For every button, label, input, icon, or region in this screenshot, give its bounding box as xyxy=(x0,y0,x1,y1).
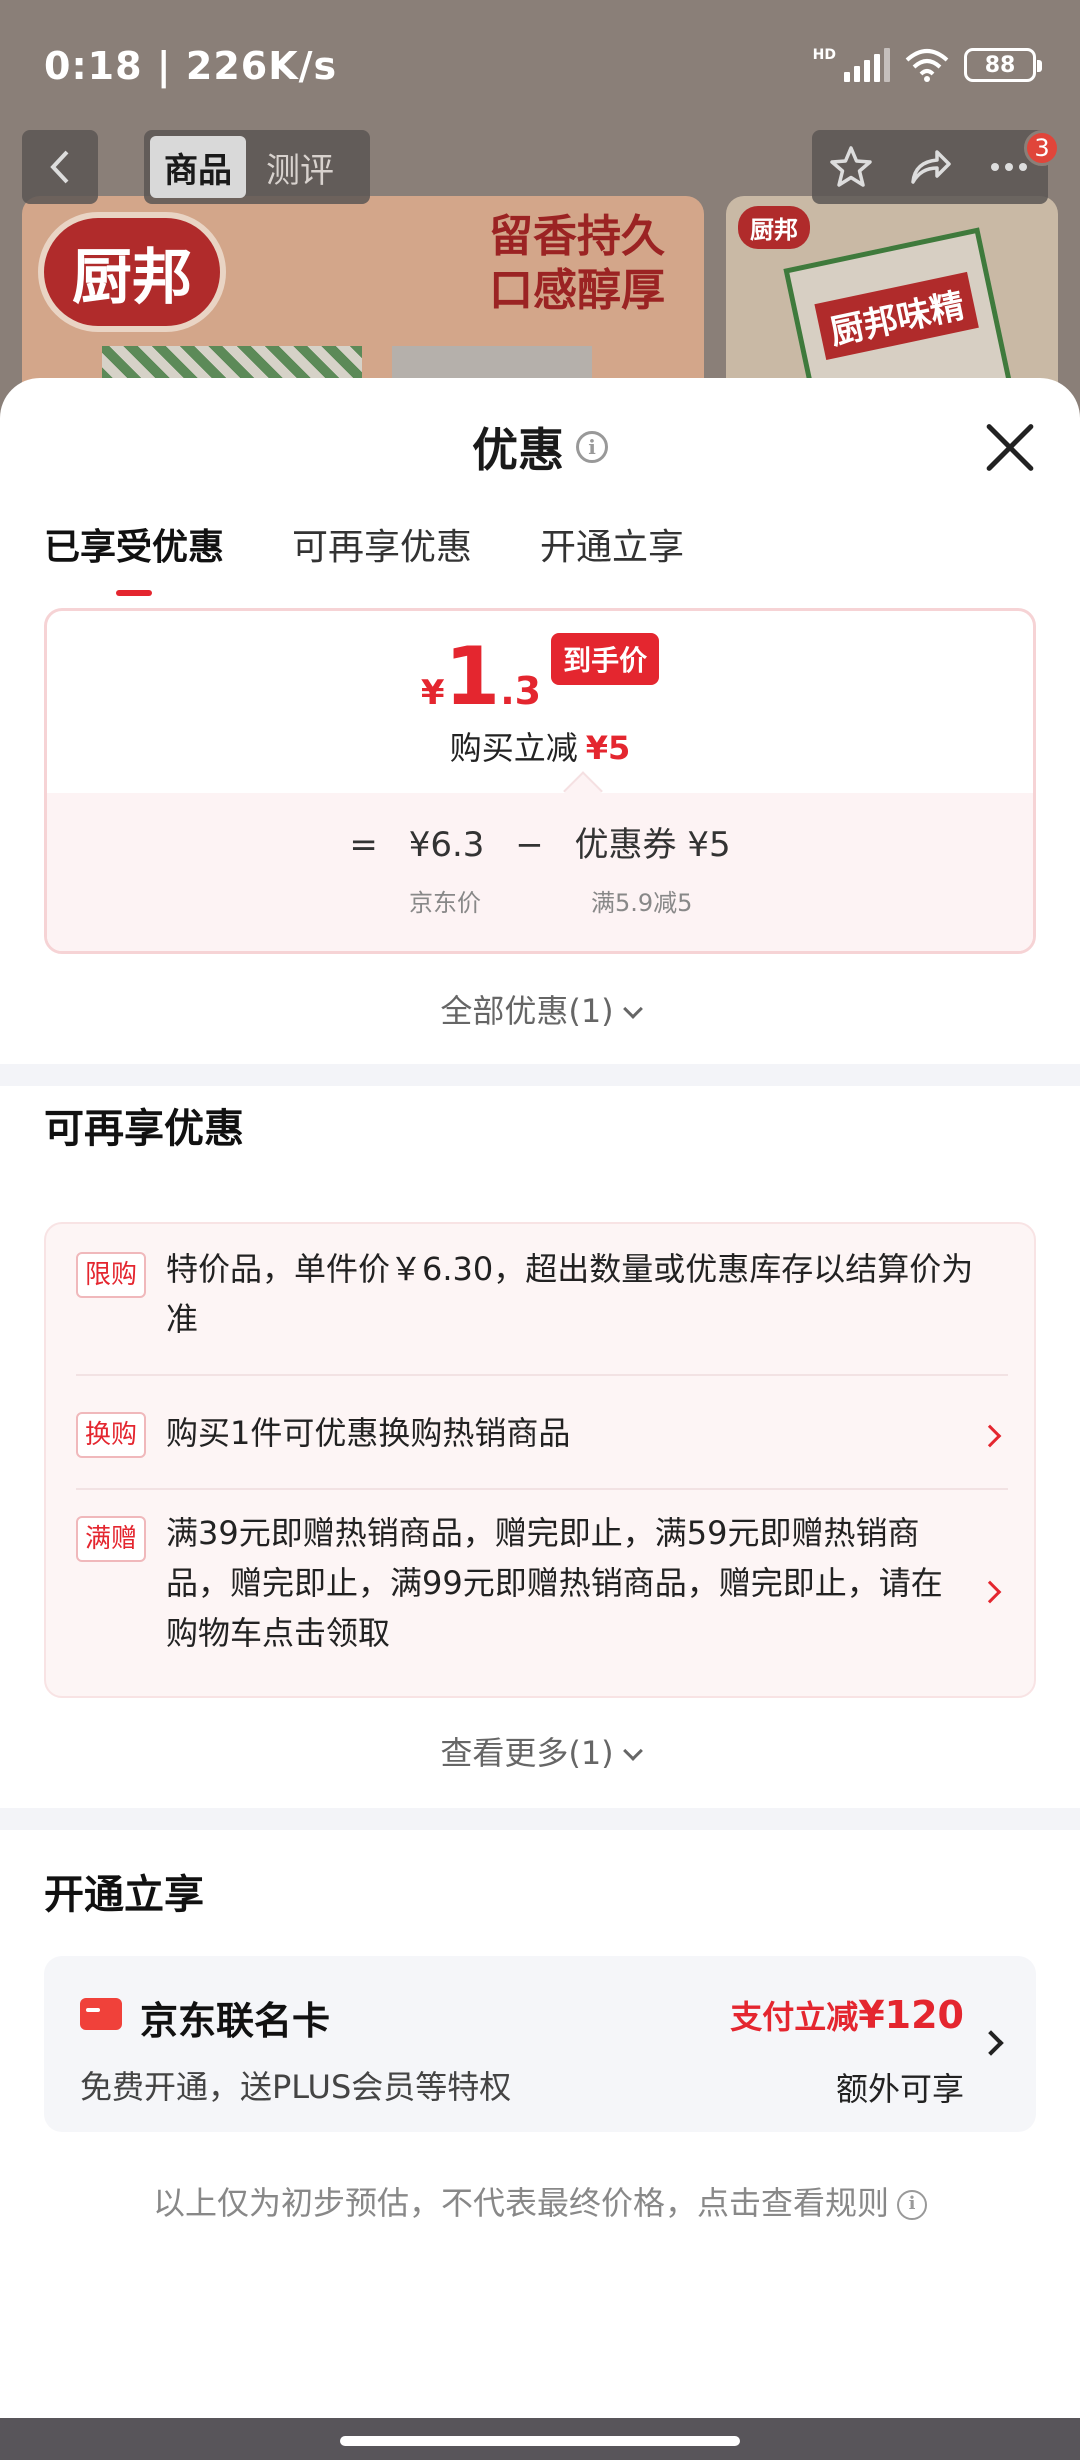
final-price-tag: 到手价 xyxy=(551,633,660,685)
co-brand-card-offer[interactable]: 京东联名卡 免费开通，送PLUS会员等特权 支付立减¥120 额外可享 xyxy=(44,1956,1036,2132)
card-extra: 额外可享 xyxy=(835,2070,964,2108)
status-bar: 0:18 | 226K/s HD 88 xyxy=(0,0,1080,130)
promo-tag: 换购 xyxy=(76,1412,146,1458)
close-button[interactable] xyxy=(982,420,1038,476)
card-description: 免费开通，送PLUS会员等特权 xyxy=(80,2068,512,2106)
card-promo-amount: ¥120 xyxy=(858,1993,964,2037)
hd-label: HD xyxy=(812,47,836,63)
price-decimal: .3 xyxy=(500,669,542,713)
info-icon: i xyxy=(897,2190,927,2220)
all-deals-toggle[interactable]: 全部优惠(1) xyxy=(0,986,1080,1032)
instant-discount-label: 购买立减 xyxy=(449,729,578,767)
wifi-icon xyxy=(904,48,950,82)
price-top: ¥1.3到手价 购买立减 ¥5 xyxy=(47,611,1033,793)
card-promo: 支付立减¥120 xyxy=(730,1992,964,2038)
price-integer: 1 xyxy=(444,630,501,723)
info-icon[interactable]: i xyxy=(576,431,608,463)
promo-text: 特价品，单件价￥6.30，超出数量或优惠库存以结算价为准 xyxy=(166,1250,974,1338)
status-time: 0:18 | 226K/s xyxy=(44,44,338,88)
tab-review[interactable]: 测评 xyxy=(252,136,348,198)
discount-sheet: 优惠 i 已享受优惠 可再享优惠 开通立享 ¥1.3到手价 购买立减 ¥5 = ¥6… xyxy=(0,378,1080,2418)
see-more-toggle[interactable]: 查看更多(1) xyxy=(0,1728,1080,1774)
back-arrow-icon xyxy=(50,150,69,184)
chevron-down-icon xyxy=(622,999,643,1019)
open-enjoy-title: 开通立享 xyxy=(44,1872,204,1918)
tab-enjoyed-discounts[interactable]: 已享受优惠 xyxy=(44,518,224,596)
chevron-down-icon xyxy=(622,1741,643,1761)
message-badge: 3 xyxy=(1024,130,1060,166)
card-name: 京东联名卡 xyxy=(140,1999,331,2043)
formula-base-price: ¥6.3 xyxy=(408,825,485,865)
banner-slogan: 留香持久 口感醇厚 xyxy=(462,210,692,318)
formula-equals: = xyxy=(349,825,378,865)
status-icons: HD 88 xyxy=(812,47,1042,82)
instant-discount-value: ¥5 xyxy=(585,729,631,767)
chevron-right-icon xyxy=(978,1580,1002,1604)
brand-logo: 厨邦 xyxy=(38,212,226,332)
home-indicator[interactable] xyxy=(340,2436,740,2446)
slogan-line-1: 留香持久 xyxy=(489,211,665,262)
back-button[interactable] xyxy=(22,130,98,204)
promo-tag: 满赠 xyxy=(76,1516,146,1562)
section-divider xyxy=(0,1808,1080,1830)
tab-more-discounts[interactable]: 可再享优惠 xyxy=(292,518,472,590)
chevron-right-icon xyxy=(978,2030,1004,2056)
sheet-title-text: 优惠 xyxy=(472,423,564,477)
discount-tabs: 已享受优惠 可再享优惠 开通立享 xyxy=(44,518,684,596)
clock: 0:18 xyxy=(44,44,143,88)
battery-icon: 88 xyxy=(964,48,1042,82)
section-divider xyxy=(0,1064,1080,1086)
card-promo-prefix: 支付立减 xyxy=(730,1998,859,2036)
network-speed: 226K/s xyxy=(185,44,338,88)
side-brand-logo: 厨邦 xyxy=(738,206,810,249)
disclaimer-text: 以上仅为初步预估，不代表最终价格，点击查看规则 xyxy=(152,2184,889,2222)
all-deals-label: 全部优惠(1) xyxy=(440,992,614,1030)
product-actions xyxy=(812,130,1048,204)
favorite-star-icon[interactable] xyxy=(828,144,874,190)
promo-divider xyxy=(76,1374,1008,1376)
instant-discount: 购买立减 ¥5 xyxy=(47,723,1033,769)
sheet-title: 优惠 i xyxy=(0,414,1080,480)
credit-card-icon xyxy=(80,1998,122,2030)
promo-tag: 限购 xyxy=(76,1252,146,1298)
promo-text: 购买1件可优惠换购热销商品 xyxy=(166,1414,571,1452)
tab-product[interactable]: 商品 xyxy=(150,136,246,198)
signal-icon xyxy=(844,48,890,82)
formula-coupon: 优惠券 ¥5 xyxy=(574,825,731,865)
promo-text: 满39元即赠热销商品，赠完即止，满59元即赠热销商品，赠完即止，满99元即赠热销… xyxy=(166,1514,943,1652)
final-price: ¥1.3到手价 xyxy=(47,633,1033,717)
more-discounts-title: 可再享优惠 xyxy=(44,1106,244,1152)
disclaimer[interactable]: 以上仅为初步预估，不代表最终价格，点击查看规则 i xyxy=(0,2178,1080,2224)
slogan-line-2: 口感醇厚 xyxy=(489,265,665,316)
side-product-name: 厨邦味精 xyxy=(814,271,979,361)
price-formula: = ¥6.3 − 优惠券 ¥5 xyxy=(47,817,1033,866)
see-more-label: 查看更多(1) xyxy=(440,1734,614,1772)
share-icon[interactable] xyxy=(907,144,953,190)
product-nav-tabs: 商品 测评 xyxy=(144,130,370,204)
tab-open-enjoy[interactable]: 开通立享 xyxy=(540,518,684,590)
base-price-label: 京东价 xyxy=(409,889,481,917)
coupon-condition-label: 满5.9减5 xyxy=(591,889,693,917)
promo-divider xyxy=(76,1488,1008,1490)
final-price-card: ¥1.3到手价 购买立减 ¥5 = ¥6.3 − 优惠券 ¥5 京东价 满5.9减… xyxy=(44,608,1036,954)
formula-minus: − xyxy=(515,825,544,865)
currency-symbol: ¥ xyxy=(420,673,445,713)
promo-list: 限购 特价品，单件价￥6.30，超出数量或优惠库存以结算价为准 换购 购买1件可… xyxy=(44,1222,1036,1698)
